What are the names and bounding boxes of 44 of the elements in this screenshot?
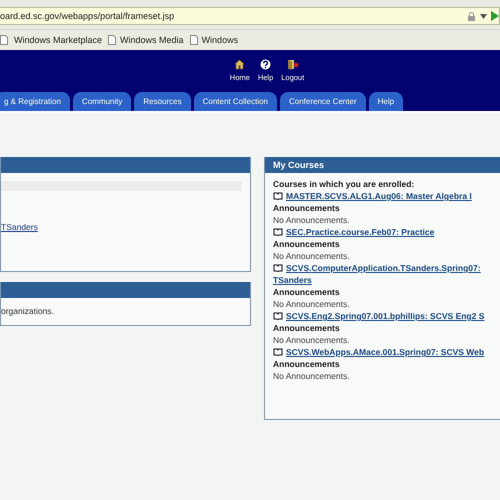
announcement-text: No Announcements. [273,335,351,345]
nav-tab[interactable]: Community [72,92,132,111]
bookmark-link[interactable]: Windows [202,35,238,45]
nav-tab[interactable]: Content Collection [194,92,277,111]
section-heading: Announcements [273,359,341,369]
book-icon [273,228,283,236]
book-icon [273,264,283,272]
intro-text: Courses in which you are enrolled: [273,179,416,189]
course-link[interactable]: SCVS.Eng2.Spring07.001.bphillips: SCVS Eng2 S [286,311,484,321]
page-icon [0,35,8,45]
nav-tab[interactable]: Resources [134,92,191,111]
course-link[interactable]: SCVS.ComputerApplication.TSanders.Spring07: [286,263,481,273]
section-heading: Announcements [273,239,341,249]
course-link[interactable]: TSanders [273,275,312,285]
dropdown-icon[interactable] [480,14,487,18]
bookmark-link[interactable]: Windows Marketplace [14,35,102,45]
book-icon [273,192,283,200]
nav-tab[interactable]: Conference Center [280,92,366,111]
address-field[interactable]: oard.ed.sc.gov/webapps/portal/frameset.jsp [0,7,500,25]
help-icon [260,59,272,70]
go-icon[interactable] [491,11,499,21]
lock-icon [467,12,476,20]
announcement-text: No Announcements. [273,299,351,309]
user-link[interactable]: TSanders [1,222,242,232]
panel-text: organizations. [1,306,55,316]
page-icon [190,35,198,45]
house-icon [234,59,246,70]
book-icon [273,348,283,356]
nav-tab[interactable]: g & Registration [0,92,70,111]
course-link[interactable]: SCVS.WebApps.AMace.001.Spring07: SCVS Web [286,347,484,357]
bookmark-link[interactable]: Windows Media [120,35,184,45]
announcement-text: No Announcements. [273,215,351,225]
course-link[interactable]: MASTER.SCVS.ALG1.Aug06: Master Algebra I [286,191,472,201]
panel-title: My Courses [265,157,500,173]
course-link[interactable]: SEC.Practice.course.Feb07: Practice [286,227,434,237]
announcement-text: No Announcements. [273,251,351,261]
section-heading: Announcements [273,203,341,213]
page-icon [108,35,116,45]
door-icon [286,59,299,70]
announcement-text: No Announcements. [273,371,351,381]
nav-tab[interactable]: Help [368,92,404,111]
section-heading: Announcements [273,287,341,297]
section-heading: Announcements [273,323,341,333]
book-icon [273,312,283,320]
